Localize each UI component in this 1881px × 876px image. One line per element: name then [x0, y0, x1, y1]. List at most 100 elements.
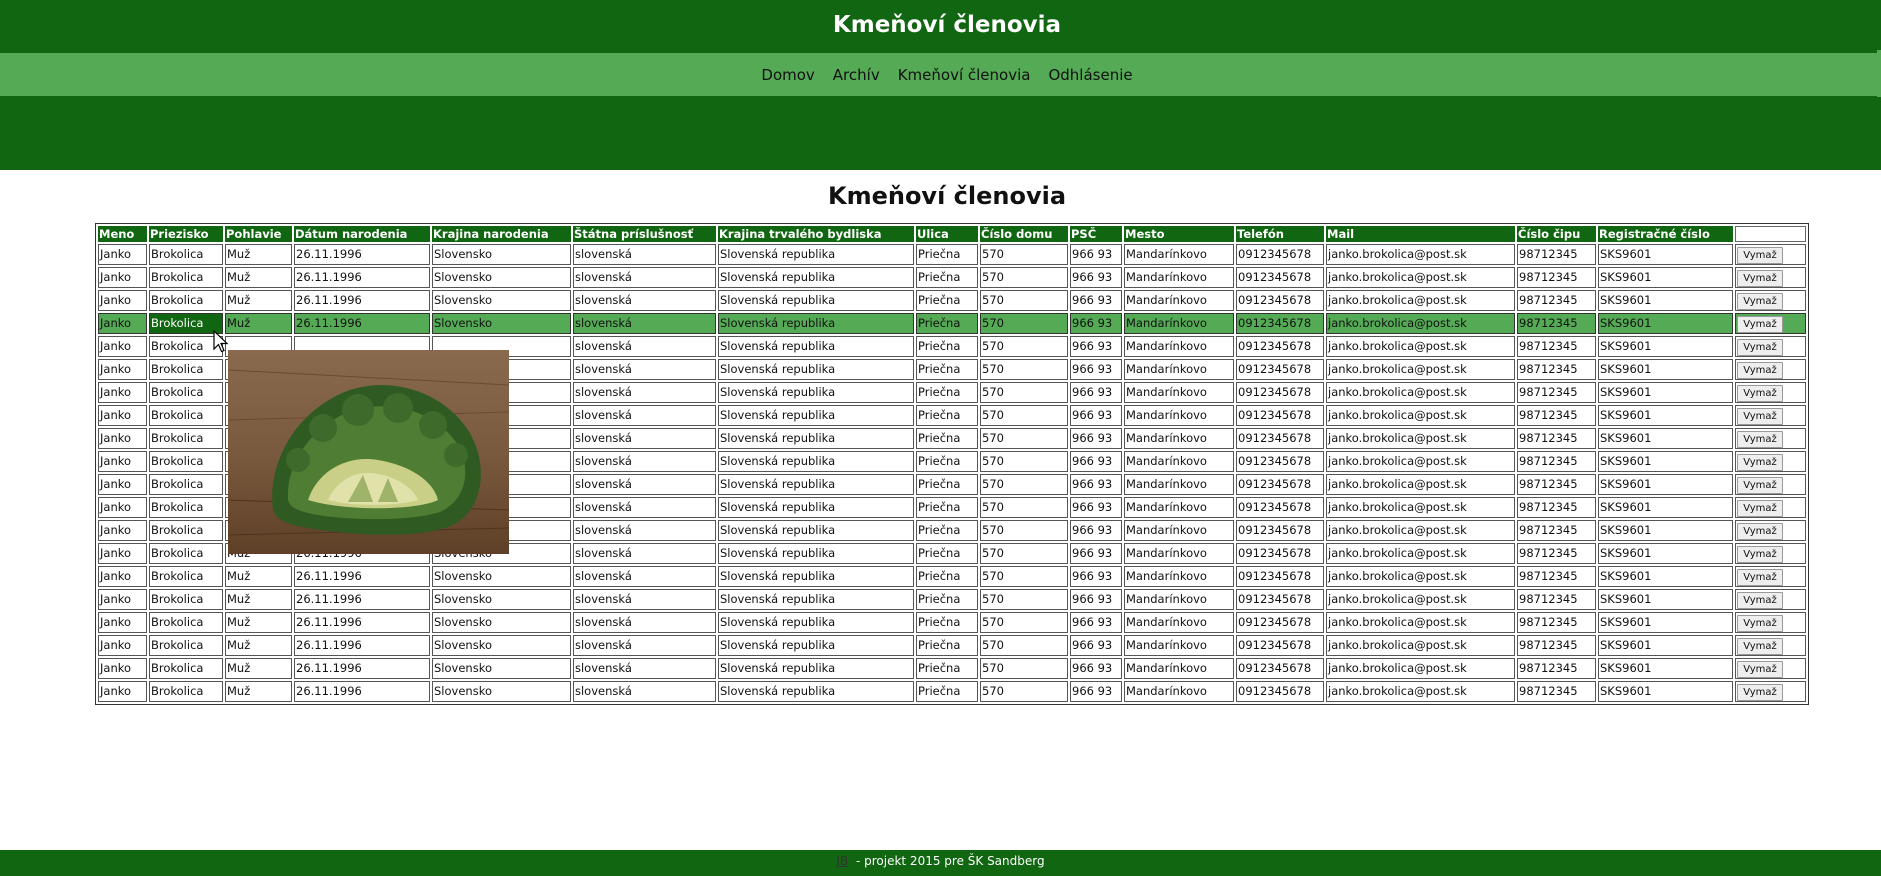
broccoli-photo-icon [228, 350, 509, 554]
table-row[interactable]: JankoBrokolicaMuž26.11.1996Slovenskoslov… [98, 612, 1806, 633]
cell-datum-narodenia: 26.11.1996 [294, 267, 430, 288]
cell-ulica: Priečna [916, 589, 978, 610]
cell-statna-prislusnost: slovenská [573, 543, 716, 564]
site-footer: JB - projekt 2015 pre ŠK Sandberg [0, 850, 1881, 876]
table-row[interactable]: JankoBrokolicaMuž26.11.1996Slovenskoslov… [98, 244, 1806, 265]
cell-priezisko: Brokolica [149, 589, 223, 610]
delete-button[interactable]: Vymaž [1737, 684, 1783, 701]
delete-button[interactable]: Vymaž [1737, 408, 1783, 425]
cell-telefon: 0912345678 [1236, 290, 1324, 311]
cell-cislo-cipu: 98712345 [1517, 474, 1596, 495]
cell-krajina-bydliska: Slovenská republika [718, 543, 914, 564]
cell-cislo-cipu: 98712345 [1517, 497, 1596, 518]
nav-item-kmenovi-clenovia[interactable]: Kmeňoví členovia [898, 66, 1031, 84]
cell-priezisko: Brokolica [149, 359, 223, 380]
delete-button[interactable]: Vymaž [1737, 316, 1783, 333]
cell-statna-prislusnost: slovenská [573, 451, 716, 472]
cell-mesto: Mandarínkovo [1124, 267, 1234, 288]
table-row[interactable]: JankoBrokolicaMuž26.11.1996Slovenskoslov… [98, 313, 1806, 334]
cell-ulica: Priečna [916, 405, 978, 426]
cell-krajina-bydliska: Slovenská republika [718, 313, 914, 334]
cell-cislo-domu: 570 [980, 612, 1068, 633]
table-row[interactable]: JankoBrokolicaMuž26.11.1996Slovenskoslov… [98, 681, 1806, 702]
cell-pohlavie: Muž [225, 589, 292, 610]
cell-mesto: Mandarínkovo [1124, 336, 1234, 357]
cell-actions: Vymaž [1735, 336, 1806, 357]
delete-button[interactable]: Vymaž [1737, 592, 1783, 609]
cell-registracne-cislo: SKS9601 [1598, 543, 1733, 564]
cell-mail: janko.brokolica@post.sk [1326, 635, 1515, 656]
cell-psc: 966 93 [1070, 681, 1122, 702]
cell-krajina-bydliska: Slovenská republika [718, 267, 914, 288]
nav-item-odhlasenie[interactable]: Odhlásenie [1048, 66, 1132, 84]
delete-button[interactable]: Vymaž [1737, 362, 1783, 379]
delete-button[interactable]: Vymaž [1737, 247, 1783, 264]
cell-statna-prislusnost: slovenská [573, 497, 716, 518]
cell-ulica: Priečna [916, 359, 978, 380]
delete-button[interactable]: Vymaž [1737, 661, 1783, 678]
table-row[interactable]: JankoBrokolicaMuž26.11.1996Slovenskoslov… [98, 589, 1806, 610]
table-row[interactable]: JankoBrokolicaMuž26.11.1996Slovenskoslov… [98, 658, 1806, 679]
cell-pohlavie: Muž [225, 658, 292, 679]
site-header: Kmeňoví členovia Domov Archív Kmeňoví čl… [0, 0, 1881, 170]
main-nav: Domov Archív Kmeňoví členovia Odhlásenie [0, 53, 1877, 96]
table-row[interactable]: JankoBrokolicaMuž26.11.1996Slovenskoslov… [98, 290, 1806, 311]
cell-meno: Janko [98, 681, 147, 702]
cell-psc: 966 93 [1070, 244, 1122, 265]
cell-mesto: Mandarínkovo [1124, 566, 1234, 587]
cell-krajina-narodenia: Slovensko [432, 635, 571, 656]
delete-button[interactable]: Vymaž [1737, 615, 1783, 632]
cell-krajina-bydliska: Slovenská republika [718, 520, 914, 541]
delete-button[interactable]: Vymaž [1737, 385, 1783, 402]
delete-button[interactable]: Vymaž [1737, 546, 1783, 563]
col-header-meno: Meno [98, 226, 147, 242]
cell-registracne-cislo: SKS9601 [1598, 336, 1733, 357]
nav-item-domov[interactable]: Domov [761, 66, 814, 84]
table-row[interactable]: JankoBrokolicaMuž26.11.1996Slovenskoslov… [98, 635, 1806, 656]
delete-button[interactable]: Vymaž [1737, 569, 1783, 586]
table-row[interactable]: JankoBrokolicaMuž26.11.1996Slovenskoslov… [98, 267, 1806, 288]
cell-actions: Vymaž [1735, 612, 1806, 633]
cell-registracne-cislo: SKS9601 [1598, 497, 1733, 518]
delete-button[interactable]: Vymaž [1737, 523, 1783, 540]
delete-button[interactable]: Vymaž [1737, 638, 1783, 655]
site-title: Kmeňoví členovia [832, 12, 1062, 38]
delete-button[interactable]: Vymaž [1737, 477, 1783, 494]
cell-meno: Janko [98, 658, 147, 679]
cell-datum-narodenia: 26.11.1996 [294, 290, 430, 311]
delete-button[interactable]: Vymaž [1737, 339, 1783, 356]
delete-button[interactable]: Vymaž [1737, 454, 1783, 471]
footer-author-link[interactable]: JB [836, 854, 848, 868]
cell-cislo-domu: 570 [980, 359, 1068, 380]
cell-krajina-bydliska: Slovenská republika [718, 382, 914, 403]
cell-cislo-cipu: 98712345 [1517, 543, 1596, 564]
cell-statna-prislusnost: slovenská [573, 520, 716, 541]
cell-psc: 966 93 [1070, 428, 1122, 449]
cell-psc: 966 93 [1070, 520, 1122, 541]
cell-statna-prislusnost: slovenská [573, 635, 716, 656]
delete-button[interactable]: Vymaž [1737, 293, 1783, 310]
cell-meno: Janko [98, 428, 147, 449]
cell-registracne-cislo: SKS9601 [1598, 290, 1733, 311]
delete-button[interactable]: Vymaž [1737, 270, 1783, 287]
cell-psc: 966 93 [1070, 405, 1122, 426]
table-row[interactable]: JankoBrokolicaMuž26.11.1996Slovenskoslov… [98, 566, 1806, 587]
cell-cislo-cipu: 98712345 [1517, 520, 1596, 541]
cell-ulica: Priečna [916, 635, 978, 656]
cell-datum-narodenia: 26.11.1996 [294, 589, 430, 610]
cell-mail: janko.brokolica@post.sk [1326, 290, 1515, 311]
cell-statna-prislusnost: slovenská [573, 313, 716, 334]
cell-psc: 966 93 [1070, 474, 1122, 495]
cell-telefon: 0912345678 [1236, 658, 1324, 679]
cell-mail: janko.brokolica@post.sk [1326, 681, 1515, 702]
delete-button[interactable]: Vymaž [1737, 500, 1783, 517]
cell-cislo-domu: 570 [980, 543, 1068, 564]
nav-item-archiv[interactable]: Archív [833, 66, 880, 84]
broccoli-photo-preview [228, 350, 509, 554]
cell-ulica: Priečna [916, 451, 978, 472]
cell-mail: janko.brokolica@post.sk [1326, 359, 1515, 380]
cell-pohlavie: Muž [225, 313, 292, 334]
delete-button[interactable]: Vymaž [1737, 431, 1783, 448]
cell-cislo-domu: 570 [980, 658, 1068, 679]
cell-statna-prislusnost: slovenská [573, 244, 716, 265]
